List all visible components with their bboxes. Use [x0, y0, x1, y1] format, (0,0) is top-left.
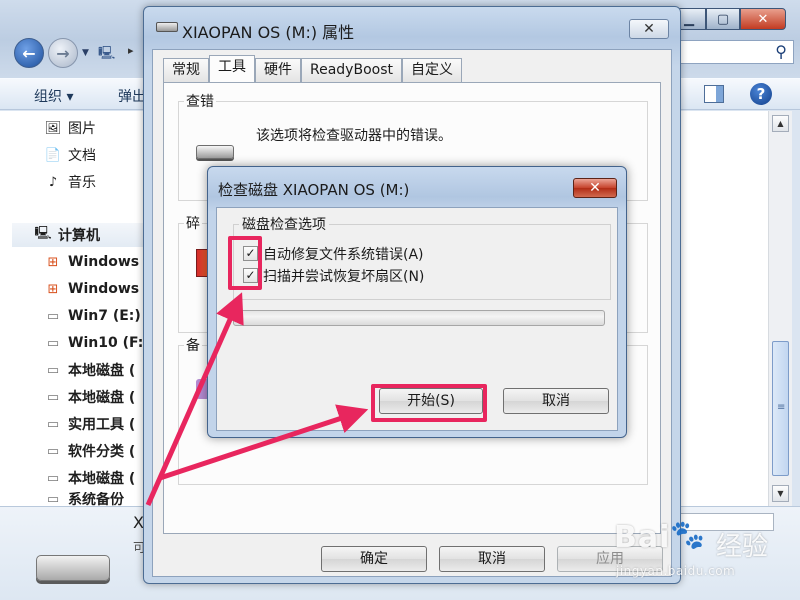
drive-icon: ▭ — [46, 389, 60, 405]
close-button[interactable]: ✕ — [629, 19, 669, 39]
nav-item-drive[interactable]: ▭ 软件分类 ( — [44, 439, 135, 463]
dialog-title: 检查磁盘 XIAOPAN OS (M:) — [218, 181, 410, 199]
search-input[interactable]: ⚲ — [678, 40, 794, 64]
documents-icon: 📄 — [44, 147, 62, 163]
scan-sectors-label[interactable]: 扫描并尝试恢复坏扇区(N) — [263, 266, 424, 286]
nav-item-drive[interactable]: ▭ 本地磁盘 ( — [44, 358, 135, 382]
progress-bar — [233, 310, 605, 326]
nav-item-computer[interactable]: 🖳 计算机 — [12, 223, 162, 247]
cancel-button[interactable]: 取消 — [439, 546, 545, 572]
preview-pane-icon[interactable] — [704, 85, 724, 103]
computer-icon: 🖳 — [98, 46, 116, 61]
windows-logo-icon: ⊞ — [47, 254, 59, 270]
content-pane — [680, 111, 768, 506]
highlight-box-checkboxes — [228, 236, 262, 290]
drive-icon — [156, 22, 178, 32]
highlight-box-start — [371, 384, 487, 422]
watermark-brand: 经验 — [716, 532, 769, 562]
drive-icon: ▭ — [46, 335, 60, 351]
tab-readyboost[interactable]: ReadyBoost — [301, 58, 402, 82]
organize-button[interactable]: 组织 ▾ — [34, 86, 73, 106]
scroll-up-icon[interactable]: ▲ — [772, 115, 789, 132]
dialog-title: XIAOPAN OS (M:) 属性 — [182, 23, 355, 42]
drive-icon: ▭ — [46, 470, 60, 486]
nav-label: 实用工具 ( — [68, 417, 136, 433]
nav-item-pictures[interactable]: 🖼 图片 — [44, 116, 96, 140]
history-dropdown-icon[interactable]: ▼ — [82, 48, 89, 58]
tab-tools[interactable]: 工具 — [209, 55, 255, 82]
nav-item-drive[interactable]: ▭ 系统备份 — [44, 492, 124, 506]
window-controls: ▁ ▢ ✕ — [672, 8, 792, 30]
pictures-icon: 🖼 — [44, 120, 62, 136]
paw-icon: 🐾 — [670, 518, 705, 551]
ok-button[interactable]: 确定 — [321, 546, 427, 572]
drive-icon — [36, 555, 110, 581]
drive-icon: ▭ — [46, 308, 60, 324]
music-icon: ♪ — [48, 174, 58, 190]
tab-customize[interactable]: 自定义 — [401, 58, 462, 82]
auto-fix-label[interactable]: 自动修复文件系统错误(A) — [263, 244, 424, 264]
error-check-title: 查错 — [184, 91, 216, 111]
drive-icon: ▭ — [46, 362, 60, 378]
nav-label: Windows — [68, 254, 140, 270]
nav-label: 系统备份 — [68, 492, 124, 506]
nav-label: Win10 (F: — [68, 335, 144, 351]
watermark-url: jingyan.baidu.com — [616, 564, 736, 578]
grip-icon: ≡ — [777, 402, 786, 413]
tab-strip: 常规 工具 硬件 ReadyBoost 自定义 — [163, 55, 462, 82]
nav-label: Win7 (E:) — [68, 308, 141, 324]
scroll-down-icon[interactable]: ▼ — [772, 485, 789, 502]
arrow-right-icon: → — [56, 43, 70, 63]
options-group-title: 磁盘检查选项 — [239, 214, 329, 234]
watermark: Bai 🐾 经验 jingyan.baidu.com — [612, 514, 792, 594]
nav-item-drive[interactable]: ▭ 本地磁盘 ( — [44, 385, 135, 409]
nav-item-drive[interactable]: ▭ Win7 (E:) — [44, 304, 141, 328]
computer-icon: 🖳 — [34, 226, 52, 241]
nav-label: Windows — [68, 281, 140, 297]
watermark-logo: Bai — [614, 520, 671, 555]
back-button[interactable]: ← — [14, 38, 44, 68]
search-icon[interactable]: ⚲ — [775, 42, 787, 61]
close-button[interactable]: ✕ — [573, 178, 617, 198]
error-check-description: 该选项将检查驱动器中的错误。 — [256, 128, 452, 144]
nav-item-drive[interactable]: ▭ 本地磁盘 ( — [44, 466, 135, 490]
forward-button[interactable]: → — [48, 38, 78, 68]
arrow-left-icon: ← — [22, 43, 36, 63]
nav-item-music[interactable]: ♪ 音乐 — [44, 170, 96, 194]
nav-label: 文档 — [68, 148, 96, 164]
close-icon: ✕ — [589, 180, 601, 196]
nav-item-documents[interactable]: 📄 文档 — [44, 143, 96, 167]
nav-label: 软件分类 ( — [68, 444, 136, 460]
drive-icon — [196, 145, 234, 159]
close-button[interactable]: ✕ — [740, 8, 786, 30]
help-icon[interactable]: ? — [750, 83, 772, 105]
nav-label: 音乐 — [68, 175, 96, 191]
nav-label: 图片 — [68, 121, 96, 137]
tab-hardware[interactable]: 硬件 — [255, 58, 301, 82]
address-chevron-icon[interactable]: ▸ — [128, 44, 134, 57]
drive-icon: ▭ — [46, 416, 60, 432]
vertical-scrollbar[interactable]: ▲ ≡ ▼ — [768, 111, 792, 506]
close-icon: ✕ — [643, 21, 655, 37]
nav-item-drive[interactable]: ⊞ Windows — [44, 250, 140, 274]
eject-button[interactable]: 弹出 — [118, 86, 146, 106]
defrag-title: 碎 — [184, 213, 202, 233]
nav-label: 计算机 — [58, 228, 100, 244]
tab-general[interactable]: 常规 — [163, 58, 209, 82]
nav-item-drive[interactable]: ⊞ Windows — [44, 277, 140, 301]
drive-icon: ▭ — [46, 492, 60, 506]
maximize-button[interactable]: ▢ — [706, 8, 740, 30]
navigation-pane: 🖼 图片 📄 文档 ♪ 音乐 🖳 计算机 ⊞ Windows ⊞ Windows ▭ Win7… — [0, 111, 162, 506]
scrollbar-thumb[interactable]: ≡ — [772, 341, 789, 476]
nav-label: 本地磁盘 ( — [68, 471, 136, 487]
nav-label: 本地磁盘 ( — [68, 363, 136, 379]
cancel-button[interactable]: 取消 — [503, 388, 609, 414]
nav-label: 本地磁盘 ( — [68, 390, 136, 406]
nav-item-drive[interactable]: ▭ Win10 (F: — [44, 331, 144, 355]
nav-item-drive[interactable]: ▭ 实用工具 ( — [44, 412, 135, 436]
backup-title: 备 — [184, 335, 202, 355]
windows-logo-icon: ⊞ — [47, 281, 59, 297]
drive-icon: ▭ — [46, 443, 60, 459]
